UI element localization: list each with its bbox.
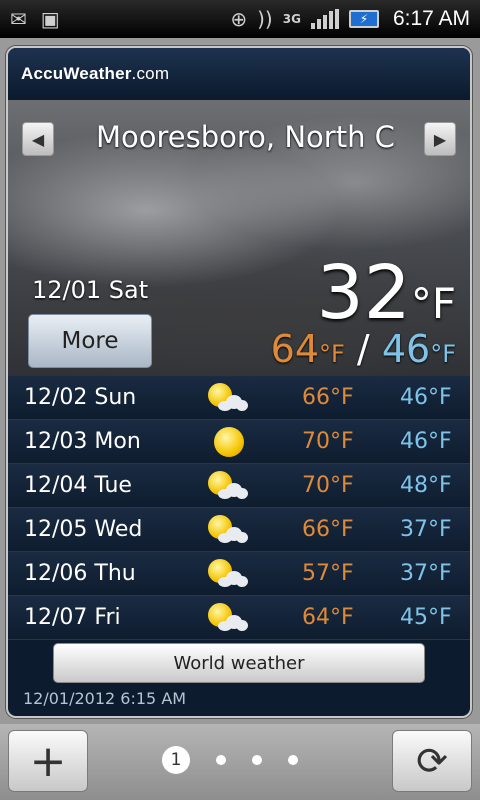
previous-location-button[interactable]: ◀ <box>22 122 54 156</box>
today-high: 64°F <box>270 327 345 371</box>
world-weather-button[interactable]: World weather <box>53 643 425 683</box>
forecast-row[interactable]: 12/07 Fri 64°F 45°F <box>8 596 470 640</box>
forecast-date: 12/03 Mon <box>24 429 141 454</box>
add-location-button[interactable]: + <box>8 730 88 792</box>
page-dot[interactable] <box>252 755 262 765</box>
brand-logo-suffix: .com <box>131 64 170 83</box>
forecast-high: 66°F <box>302 517 354 542</box>
partly-sunny-icon <box>206 513 252 547</box>
arrow-right-icon: ▶ <box>433 129 447 149</box>
forecast-date: 12/07 Fri <box>24 605 121 630</box>
brand-logo: AccuWeather <box>21 64 132 83</box>
page-indicator: 1 <box>162 746 298 774</box>
clock: 6:17 AM <box>392 7 470 30</box>
page-dot[interactable] <box>216 755 226 765</box>
forecast-high: 66°F <box>302 385 354 410</box>
partly-sunny-icon <box>206 469 252 503</box>
weather-widget: AccuWeather .com ◀ Mooresboro, North Car … <box>6 46 472 718</box>
forecast-high: 70°F <box>302 473 354 498</box>
gmail-icon: ✉ <box>10 7 27 31</box>
forecast-high: 57°F <box>302 561 354 586</box>
brand-header: AccuWeather .com <box>8 48 470 100</box>
current-temp-value: 32 <box>316 250 411 336</box>
vibrate-icon: )) <box>257 7 273 31</box>
forecast-date: 12/02 Sun <box>24 385 137 410</box>
more-button[interactable]: More <box>28 314 152 368</box>
forecast-low: 37°F <box>400 517 452 542</box>
refresh-icon: ⟳ <box>416 739 448 783</box>
forecast-high: 70°F <box>302 429 354 454</box>
world-weather-area: World weather <box>8 640 470 686</box>
forecast-high: 64°F <box>302 605 354 630</box>
forecast-low: 46°F <box>400 429 452 454</box>
today-low: 46°F <box>381 327 456 371</box>
battery-charging-icon: ⚡ <box>348 10 379 28</box>
location-name: Mooresboro, North Car <box>96 120 396 154</box>
forecast-row[interactable]: 12/04 Tue 70°F 48°F <box>8 464 470 508</box>
sunny-icon <box>206 425 252 459</box>
plus-icon: + <box>29 735 67 787</box>
page-indicator-current[interactable]: 1 <box>162 746 190 774</box>
forecast-low: 48°F <box>400 473 452 498</box>
forecast-low: 45°F <box>400 605 452 630</box>
forecast-low: 37°F <box>400 561 452 586</box>
page-dot[interactable] <box>288 755 298 765</box>
partly-sunny-icon <box>206 601 252 635</box>
forecast-list: 12/02 Sun 66°F 46°F 12/03 Mon 70°F 46°F … <box>8 376 470 640</box>
forecast-row[interactable]: 12/05 Wed 66°F 37°F <box>8 508 470 552</box>
next-location-button[interactable]: ▶ <box>424 122 456 156</box>
shopping-bag-icon: ▣ <box>40 7 60 31</box>
current-temp-unit: °F <box>410 279 456 328</box>
bottom-bar: + 1 ⟳ <box>0 724 480 800</box>
forecast-date: 12/04 Tue <box>24 473 132 498</box>
forecast-date: 12/05 Wed <box>24 517 143 542</box>
sync-icon: ⊕ <box>230 7 248 31</box>
signal-icon <box>310 9 339 29</box>
partly-sunny-icon <box>206 381 252 415</box>
refresh-button[interactable]: ⟳ <box>392 730 472 792</box>
network-3g-icon: 3G <box>282 12 301 26</box>
status-bar: ✉ ▣ ⊕ )) 3G ⚡ 6:17 AM <box>0 0 480 38</box>
forecast-row[interactable]: 12/06 Thu 57°F 37°F <box>8 552 470 596</box>
high-low-separator: / <box>356 327 370 371</box>
forecast-low: 46°F <box>400 385 452 410</box>
arrow-left-icon: ◀ <box>31 129 45 149</box>
today-high-low: 64°F / 46°F <box>271 330 456 368</box>
current-conditions: ◀ Mooresboro, North Car ▶ 12/01 Sat More… <box>8 100 470 376</box>
last-updated: 12/01/2012 6:15 AM <box>23 689 187 708</box>
forecast-row[interactable]: 12/03 Mon 70°F 46°F <box>8 420 470 464</box>
forecast-row[interactable]: 12/02 Sun 66°F 46°F <box>8 376 470 420</box>
partly-sunny-icon <box>206 557 252 591</box>
forecast-date: 12/06 Thu <box>24 561 136 586</box>
today-date: 12/01 Sat <box>32 276 149 304</box>
current-temperature: 32°F <box>317 256 456 330</box>
